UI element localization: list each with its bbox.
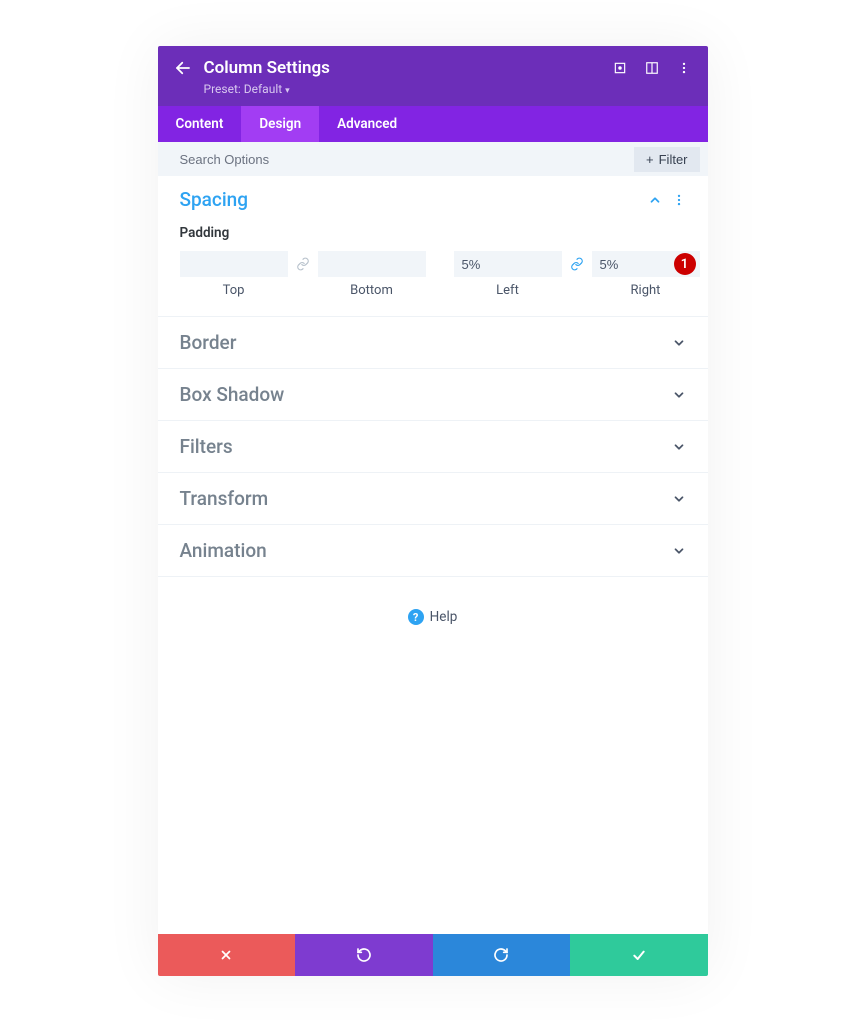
responsive-icon[interactable]	[644, 60, 660, 76]
column-settings-modal: Column Settings Preset: Default ▾ Conten…	[158, 46, 708, 976]
padding-left-label: Left	[496, 283, 519, 298]
redo-icon	[493, 947, 509, 963]
section-boxshadow-title: Box Shadow	[180, 383, 285, 406]
chevron-down-icon: ▾	[285, 86, 290, 96]
modal-header: Column Settings Preset: Default ▾	[158, 46, 708, 106]
section-transform[interactable]: Transform	[158, 473, 708, 525]
annotation-badge: 1	[674, 253, 696, 275]
padding-top-label: Top	[223, 283, 245, 298]
tab-design[interactable]: Design	[241, 106, 319, 142]
filter-label: Filter	[659, 152, 688, 167]
help-label: Help	[430, 609, 458, 625]
undo-icon	[356, 947, 372, 963]
redo-button[interactable]	[433, 934, 571, 976]
link-icon[interactable]	[296, 251, 310, 277]
tab-advanced[interactable]: Advanced	[319, 106, 415, 142]
preset-selector[interactable]: Preset: Default ▾	[204, 82, 692, 96]
close-icon	[219, 948, 233, 962]
padding-label: Padding	[180, 225, 686, 241]
plus-icon: +	[646, 152, 654, 167]
section-animation-title: Animation	[180, 539, 267, 562]
padding-grid: Top Bottom Left Right 1	[180, 251, 686, 298]
search-input[interactable]	[180, 152, 635, 167]
chevron-down-icon	[672, 544, 686, 558]
section-spacing-icons	[648, 193, 686, 207]
header-icon-group	[612, 60, 692, 76]
more-icon[interactable]	[676, 60, 692, 76]
modal-title: Column Settings	[204, 58, 330, 78]
chevron-down-icon	[672, 440, 686, 454]
target-icon[interactable]	[612, 60, 628, 76]
section-spacing-head[interactable]: Spacing	[180, 188, 686, 211]
link-icon[interactable]	[570, 251, 584, 277]
search-row: + Filter	[158, 142, 708, 176]
padding-bottom-label: Bottom	[350, 283, 393, 298]
section-spacing: Spacing Padding Top Bottom	[158, 176, 708, 317]
section-animation[interactable]: Animation	[158, 525, 708, 577]
undo-button[interactable]	[295, 934, 433, 976]
tab-content[interactable]: Content	[158, 106, 242, 142]
help-icon: ?	[408, 609, 424, 625]
padding-left-col: Left	[454, 251, 562, 298]
padding-bottom-input[interactable]	[318, 251, 426, 277]
section-filters-title: Filters	[180, 435, 233, 458]
chevron-down-icon	[672, 388, 686, 402]
modal-footer	[158, 934, 708, 976]
section-border-title: Border	[180, 331, 237, 354]
padding-top-col: Top	[180, 251, 288, 298]
section-filters[interactable]: Filters	[158, 421, 708, 473]
preset-value: Default	[244, 82, 282, 96]
save-button[interactable]	[570, 934, 708, 976]
cancel-button[interactable]	[158, 934, 296, 976]
padding-right-label: Right	[631, 283, 661, 298]
section-boxshadow[interactable]: Box Shadow	[158, 369, 708, 421]
section-transform-title: Transform	[180, 487, 269, 510]
section-border[interactable]: Border	[158, 317, 708, 369]
section-spacing-title: Spacing	[180, 188, 249, 211]
help-link[interactable]: ? Help	[158, 591, 708, 643]
chevron-down-icon	[672, 492, 686, 506]
chevron-up-icon[interactable]	[648, 193, 662, 207]
more-icon[interactable]	[672, 193, 686, 207]
preset-label: Preset:	[204, 82, 241, 96]
chevron-down-icon	[672, 336, 686, 350]
back-arrow-icon[interactable]	[174, 59, 192, 77]
tab-bar: Content Design Advanced	[158, 106, 708, 142]
filter-button[interactable]: + Filter	[634, 147, 699, 172]
padding-bottom-col: Bottom	[318, 251, 426, 298]
check-icon	[631, 947, 647, 963]
padding-left-input[interactable]	[454, 251, 562, 277]
padding-top-input[interactable]	[180, 251, 288, 277]
